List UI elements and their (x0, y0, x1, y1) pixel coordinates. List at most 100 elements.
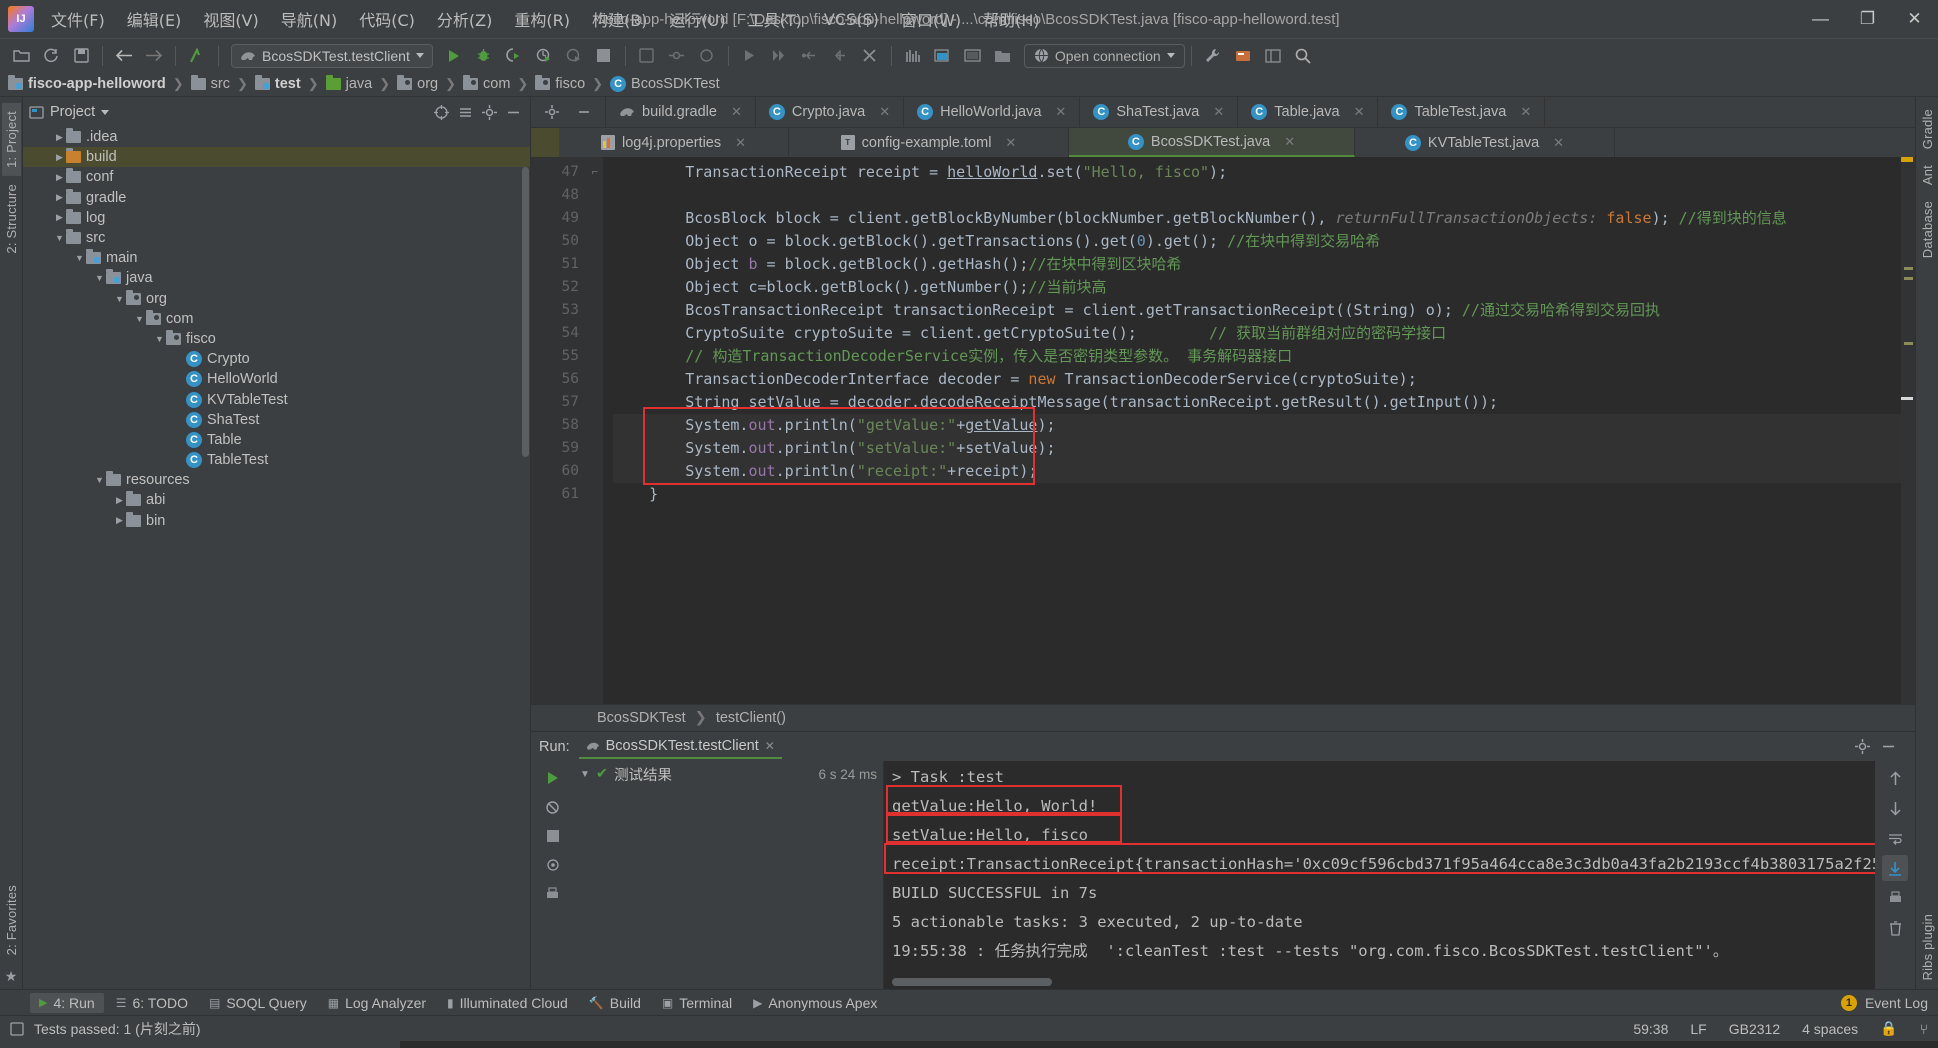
code-line[interactable]: BcosTransactionReceipt transactionReceip… (613, 299, 1915, 322)
step-into-icon[interactable] (796, 43, 824, 69)
close-tab-icon[interactable]: ✕ (1055, 104, 1066, 120)
code-line[interactable]: TransactionDecoderInterface decoder = ne… (613, 368, 1915, 391)
profile-icon[interactable] (530, 43, 558, 69)
save-all-icon[interactable] (67, 43, 95, 69)
warning-marker[interactable] (1901, 157, 1913, 162)
last-edit-location-icon[interactable] (183, 43, 211, 69)
breadcrumb-item-org[interactable]: org (397, 75, 438, 92)
code-content[interactable]: TransactionReceipt receipt = helloWorld.… (603, 157, 1915, 704)
close-tab-icon[interactable]: ✕ (1213, 104, 1224, 120)
print-console-icon[interactable] (1882, 885, 1908, 911)
project-tree-scrollbar[interactable] (522, 167, 529, 457)
back-arrow-icon[interactable] (110, 43, 138, 69)
change-marker[interactable] (1904, 277, 1913, 280)
strip-item-todo[interactable]: ☰ 6: TODO (107, 993, 197, 1013)
tree-expand-arrow-icon[interactable]: ▶ (53, 212, 66, 223)
tree-expand-arrow-icon[interactable]: ▶ (113, 515, 126, 526)
menu-code[interactable]: 代码(C) (348, 3, 426, 35)
run-configuration-selector[interactable]: BcosSDKTest.testClient (231, 43, 433, 68)
code-line[interactable]: // 构造TransactionDecoderService实例，传入是否密钥类… (613, 345, 1915, 368)
tree-node[interactable]: C ShaTest (23, 410, 530, 430)
strip-item-anonymous-apex[interactable]: ▶ Anonymous Apex (744, 993, 886, 1013)
tree-node[interactable]: C HelloWorld (23, 369, 530, 389)
collapse-all-icon[interactable] (454, 101, 476, 123)
breadcrumb-item-java[interactable]: java (325, 75, 372, 92)
run-button-icon[interactable] (440, 43, 468, 69)
tree-node[interactable]: ▼ fisco (23, 329, 530, 349)
bar-chart-icon[interactable] (899, 43, 927, 69)
tool-button-gradle[interactable]: Gradle (1918, 101, 1937, 157)
editor-tab-bcossdktest-java[interactable]: C BcosSDKTest.java ✕ (1069, 128, 1355, 157)
test-results-tree[interactable]: ▼ ✔ 测试结果 6 s 24 ms (574, 761, 884, 989)
open-connection-chevron-icon[interactable] (1166, 53, 1175, 58)
hide-run-panel-icon[interactable] (1877, 736, 1899, 758)
tree-expand-arrow-icon[interactable]: ▶ (113, 495, 126, 506)
tree-node[interactable]: C Table (23, 430, 530, 450)
pin-tab-icon[interactable] (540, 852, 566, 878)
tree-expand-arrow-icon[interactable]: ▶ (53, 192, 66, 203)
commit-icon[interactable] (663, 43, 691, 69)
code-folding-gutter[interactable]: ⌐ (587, 157, 603, 704)
editor-tab-shatest-java[interactable]: C ShaTest.java ✕ (1080, 97, 1239, 127)
editor-tab-helloworld-java[interactable]: C HelloWorld.java ✕ (904, 97, 1081, 127)
run-session-tab[interactable]: BcosSDKTest.testClient ✕ (578, 735, 782, 759)
strip-item-illuminated-cloud[interactable]: ▮ Illuminated Cloud (438, 993, 577, 1013)
tree-node[interactable]: ▼ java (23, 268, 530, 288)
line-separator[interactable]: LF (1690, 1021, 1706, 1037)
strip-item-build[interactable]: 🔨 Build (580, 993, 650, 1013)
breadcrumb-item-fisco[interactable]: fisco (535, 75, 585, 92)
tree-expand-arrow-icon[interactable]: ▼ (93, 273, 106, 283)
tree-node[interactable]: ▶ abi (23, 490, 530, 510)
soft-wrap-icon[interactable] (1882, 825, 1908, 851)
open-folder-icon[interactable] (7, 43, 35, 69)
editor-scrollbar[interactable] (1901, 157, 1915, 704)
code-line[interactable]: CryptoSuite cryptoSuite = client.getCryp… (613, 322, 1915, 345)
menu-view[interactable]: 视图(V) (192, 3, 269, 35)
console-output[interactable]: > Task :test getValue:Hello, World! setVal… (884, 761, 1875, 989)
code-line[interactable]: TransactionReceipt receipt = helloWorld.… (613, 161, 1915, 184)
indent-setting[interactable]: 4 spaces (1802, 1021, 1858, 1037)
code-line[interactable]: String setValue = decoder.decodeReceiptM… (613, 391, 1915, 414)
event-log-label[interactable]: Event Log (1865, 995, 1928, 1011)
tree-node[interactable]: ▶ gradle (23, 188, 530, 208)
breadcrumb-item-src[interactable]: src (190, 75, 230, 92)
toggle-auto-test-icon[interactable] (540, 794, 566, 820)
tree-expand-arrow-icon[interactable]: ▼ (93, 475, 106, 485)
stop-run-icon[interactable] (540, 823, 566, 849)
step-over-icon[interactable] (766, 43, 794, 69)
git-branch-icon[interactable]: ⑂ (1920, 1021, 1928, 1037)
vcs-history-icon[interactable] (693, 43, 721, 69)
close-button[interactable]: ✕ (1891, 0, 1938, 38)
step-out-icon[interactable] (826, 43, 854, 69)
editor-tab-build-gradle[interactable]: build.gradle ✕ (606, 97, 756, 127)
attach-profiler-icon[interactable] (560, 43, 588, 69)
file-encoding[interactable]: GB2312 (1729, 1021, 1780, 1037)
expand-arrow-icon[interactable]: ▼ (580, 769, 590, 780)
close-tab-icon[interactable]: ✕ (735, 135, 746, 151)
code-line[interactable]: } (613, 483, 1915, 506)
editor-tab-kvtabletest-java[interactable]: C KVTableTest.java ✕ (1355, 128, 1615, 157)
close-tab-icon[interactable]: ✕ (731, 104, 742, 120)
open-connection-button[interactable]: Open connection (1023, 43, 1185, 68)
clear-all-trash-icon[interactable] (1882, 915, 1908, 941)
project-dropdown-chevron-icon[interactable] (101, 109, 110, 115)
editor-breadcrumb-class[interactable]: BcosSDKTest (597, 710, 686, 726)
code-line[interactable]: Object b = block.getBlock().getHash();//… (613, 253, 1915, 276)
tree-node[interactable]: ▶ .idea (23, 127, 530, 147)
editor-tab-log4j-properties[interactable]: log4j.properties ✕ (559, 128, 789, 157)
tree-expand-arrow-icon[interactable]: ▶ (53, 172, 66, 183)
tool-button-project[interactable]: 1: Project (1, 103, 21, 176)
close-tab-icon[interactable]: ✕ (1005, 135, 1016, 151)
tree-node[interactable]: ▶ bin (23, 511, 530, 531)
tree-expand-arrow-icon[interactable]: ▼ (53, 233, 66, 243)
tree-expand-arrow-icon[interactable]: ▶ (53, 152, 66, 163)
project-structure-icon[interactable] (989, 43, 1017, 69)
strip-item-run[interactable]: ▶ 4: Run (30, 992, 104, 1013)
tree-node[interactable]: ▼ com (23, 309, 530, 329)
breadcrumb-item-module[interactable]: fisco-app-helloword (8, 75, 166, 92)
tool-button-database[interactable]: Database (1918, 193, 1937, 266)
fold-marker[interactable]: ⌐ (587, 161, 603, 184)
menu-file[interactable]: 文件(F) (40, 3, 116, 35)
editor-tab-crypto-java[interactable]: C Crypto.java ✕ (756, 97, 905, 127)
editor-tab-config-example-toml[interactable]: config-example.toml ✕ (789, 128, 1069, 157)
